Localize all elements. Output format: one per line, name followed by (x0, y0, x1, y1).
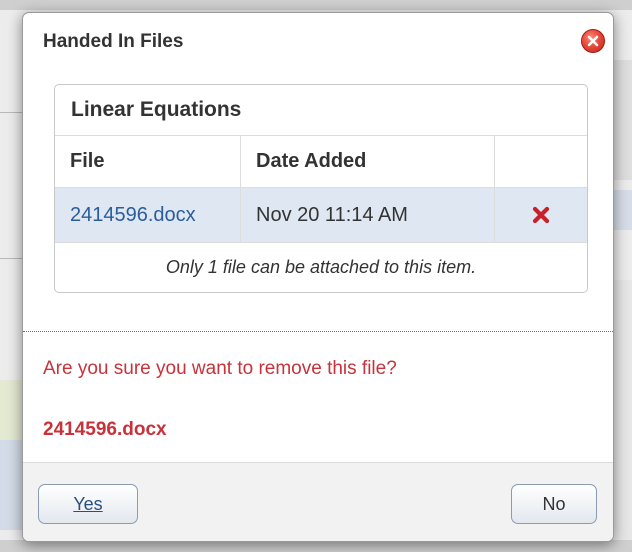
table-row: 2414596.docx Nov 20 11:14 AM (55, 188, 587, 243)
background-divider (0, 112, 22, 113)
date-added-cell: Nov 20 11:14 AM (241, 188, 495, 242)
background-strip (0, 440, 22, 530)
actions-cell (495, 188, 587, 242)
yes-button[interactable]: Yes (38, 484, 138, 524)
delete-x-icon[interactable] (532, 206, 550, 224)
dotted-divider (23, 331, 613, 332)
file-to-remove: 2414596.docx (43, 419, 167, 440)
background-strip (612, 60, 632, 180)
no-button[interactable]: No (511, 484, 597, 524)
column-header-file: File (55, 136, 241, 187)
handed-in-files-dialog: Handed In Files Linear Equations File Da… (22, 12, 614, 542)
file-link[interactable]: 2414596.docx (70, 204, 196, 226)
column-header-date-added: Date Added (241, 136, 495, 187)
close-icon[interactable] (581, 29, 605, 53)
files-table: Linear Equations File Date Added 2414596… (54, 84, 588, 293)
dialog-footer: Yes No (23, 462, 613, 541)
attachment-limit-note: Only 1 file can be attached to this item… (165, 257, 477, 277)
column-header-actions (495, 136, 587, 187)
table-header-row: File Date Added (55, 136, 587, 188)
background-strip (0, 0, 632, 10)
background-strip (612, 190, 632, 230)
remove-confirmation-question: Are you sure you want to remove this fil… (43, 358, 397, 379)
assignment-title: Linear Equations (55, 85, 587, 136)
background-strip (612, 280, 632, 540)
file-cell: 2414596.docx (55, 188, 241, 242)
dialog-title: Handed In Files (43, 31, 184, 52)
background-divider (0, 258, 22, 259)
